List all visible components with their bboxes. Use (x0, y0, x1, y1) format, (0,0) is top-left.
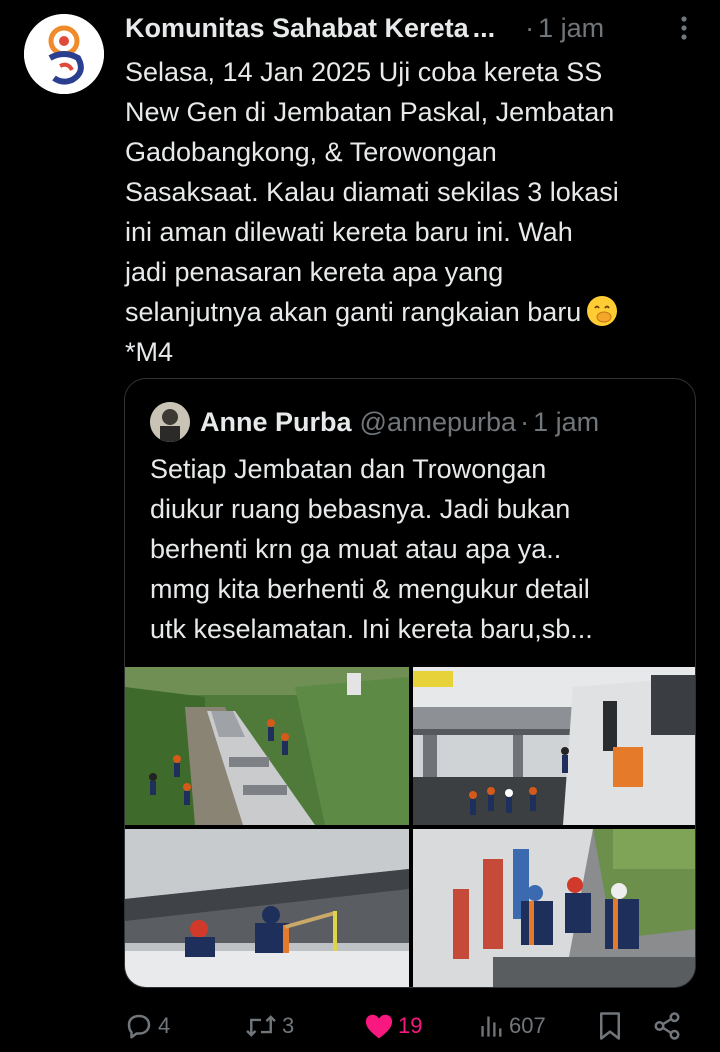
post-text-line: jadi penasaran kereta apa yang (125, 257, 504, 287)
post-timestamp[interactable]: 1 jam (538, 13, 604, 44)
post-text-line: Sasaksaat. Kalau diamati sekilas 3 lokas… (125, 177, 619, 207)
post-header: Komunitas Sahabat Kereta ... · 1 jam (125, 10, 695, 46)
hand-over-mouth-emoji-icon (587, 296, 618, 326)
post-text-line: *M4 (125, 337, 174, 367)
train-under-bridge-photo[interactable] (413, 667, 695, 825)
author-avatar[interactable] (24, 14, 104, 94)
separator-dot: · (520, 406, 530, 437)
quoted-post-header: Anne Purba @annepurba · 1 jam (150, 401, 680, 443)
community-logo-icon (24, 14, 104, 94)
author-name-ellipsis: ... (472, 12, 496, 43)
views-chart-icon (481, 1016, 502, 1037)
heart-filled-icon (365, 1014, 393, 1039)
post-text-line: selanjutnya akan ganti rangkaian baru (125, 297, 582, 327)
quoted-text-line: berhenti krn ga muat atau apa ya.. (150, 534, 562, 564)
quoted-text-line: Setiap Jembatan dan Trowongan (150, 454, 547, 484)
more-options-icon[interactable] (678, 14, 690, 42)
post-text: Selasa, 14 Jan 2025 Uji coba kereta SS N… (125, 52, 705, 372)
quoted-post-timestamp: 1 jam (533, 406, 600, 437)
post-text-line: Gadobangkong, & Terowongan (125, 137, 497, 167)
share-icon (654, 1012, 680, 1040)
post-actions-bar: 4 3 19 607 (124, 1008, 694, 1044)
quoted-post-text: Setiap Jembatan dan Trowongan diukur rua… (150, 449, 680, 649)
bookmark-button[interactable] (597, 1008, 623, 1044)
quoted-text-line: mmg kita berhenti & mengukur detail (150, 574, 590, 604)
post-text-line: ini aman dilewati kereta baru ini. Wah (125, 217, 573, 247)
workers-measuring-photo[interactable] (125, 829, 409, 987)
workers-on-train-roof-photo[interactable] (413, 829, 695, 987)
reply-count: 4 (158, 1013, 171, 1038)
share-button[interactable] (652, 1008, 682, 1044)
quoted-post[interactable]: Anne Purba @annepurba · 1 jam Setiap Jem… (124, 378, 696, 988)
reply-button[interactable]: 4 (124, 1008, 170, 1044)
post-text-line: Selasa, 14 Jan 2025 Uji coba kereta SS (125, 57, 603, 87)
post-text-line: New Gen di Jembatan Paskal, Jembatan (125, 97, 615, 127)
views-button[interactable]: 607 (479, 1008, 546, 1044)
post-text-line-with-emoji: selanjutnya akan ganti rangkaian baru (125, 292, 705, 332)
repost-count: 3 (282, 1013, 295, 1038)
like-button[interactable]: 19 (364, 1008, 422, 1044)
quoted-author-avatar[interactable] (150, 402, 190, 442)
train-on-track-photo[interactable] (125, 667, 409, 825)
repost-icon (246, 1015, 276, 1037)
author-name[interactable]: Komunitas Sahabat Kereta (125, 13, 469, 44)
reply-icon (127, 1014, 151, 1039)
separator-dot: · (525, 12, 535, 43)
quoted-author-name[interactable]: Anne Purba (200, 407, 352, 438)
photo-grid (125, 667, 695, 987)
bookmark-icon (600, 1012, 620, 1040)
views-count: 607 (509, 1013, 546, 1038)
quoted-text-line: diukur ruang bebasnya. Jadi bukan (150, 494, 571, 524)
quoted-author-handle[interactable]: @annepurba (360, 407, 517, 438)
repost-button[interactable]: 3 (244, 1008, 294, 1044)
like-count: 19 (398, 1013, 423, 1038)
quoted-text-line: utk keselamatan. Ini kereta baru,sb... (150, 614, 593, 644)
